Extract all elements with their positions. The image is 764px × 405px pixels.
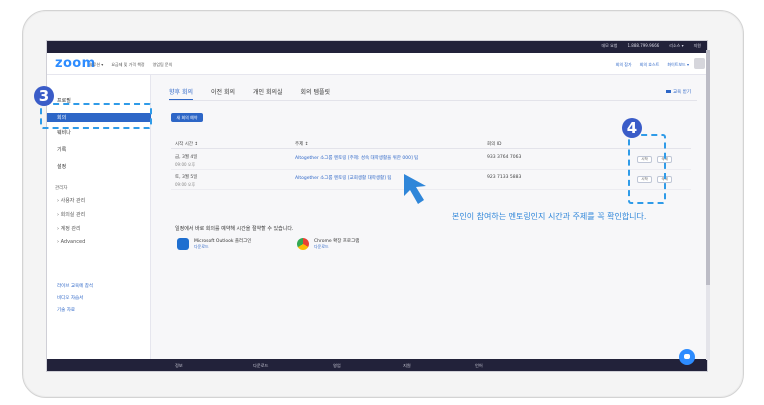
footer-sales[interactable]: 영업 [333, 363, 341, 369]
tab-previous[interactable]: 이전 회의 [211, 87, 235, 100]
callout-3-badge: 3 [34, 86, 54, 106]
topbar-demo-link[interactable]: 데모 요청 [601, 43, 617, 49]
join-meeting-link[interactable]: 회의 참가 [616, 62, 632, 68]
chrome-extension[interactable]: Chrome 확장 프로그램 다운로드 [297, 238, 359, 250]
whiteboard-link[interactable]: 화이트보드 ▾ [667, 62, 689, 68]
sidebar-admin-label: 관리자 [55, 186, 68, 191]
callout-4-badge: 4 [622, 118, 642, 138]
outlook-download-link[interactable]: 다운로드 [194, 244, 251, 250]
footer-download[interactable]: 다운로드 [253, 363, 268, 369]
sidebar-item-room-management[interactable]: › 회의실 관리 [57, 211, 85, 218]
sidebar-link-live-training[interactable]: 라이브 교육에 참석 [57, 283, 93, 289]
meeting-tabs: 향후 회의 이전 회의 개인 회의실 회의 템플릿 [169, 87, 330, 100]
outlook-plugin[interactable]: Microsoft Outlook 플러그인 다운로드 [177, 238, 251, 250]
highlight-meetings-box [40, 103, 152, 129]
sidebar-item-webinars[interactable]: 웨비나 [57, 129, 71, 136]
column-start-time[interactable]: 시작 시간 ↕ [175, 141, 198, 147]
topbar-support-link[interactable]: 지원 [694, 43, 701, 49]
annotation-note: 본인이 참여하는 멘토링인지 시간과 주제를 꼭 확인합니다. [452, 212, 647, 221]
zoom-web-window: 데모 요청 1.888.799.9666 리소스 ▾ 지원 zoom 솔루션 ▾… [46, 40, 708, 372]
nav-solutions[interactable]: 솔루션 ▾ [89, 62, 103, 68]
meetings-table-header: 시작 시간 ↕ 주제 ↕ 회의 ID [171, 141, 691, 149]
host-meeting-link[interactable]: 회의 호스트 [640, 62, 660, 68]
footer-about[interactable]: 정보 [175, 363, 183, 369]
sidebar-item-account-management[interactable]: › 계정 관리 [57, 225, 81, 232]
row-date: 금, 3월 4일 [175, 155, 198, 160]
top-utility-bar: 데모 요청 1.888.799.9666 리소스 ▾ 지원 [47, 41, 707, 53]
footer-language[interactable]: 언어 [475, 363, 483, 369]
sidebar-item-advanced[interactable]: › Advanced [57, 239, 85, 245]
chat-support-icon[interactable] [679, 349, 695, 365]
column-meeting-id: 회의 ID [487, 142, 502, 147]
sidebar-item-user-management[interactable]: › 사용자 관리 [57, 197, 85, 204]
sidebar-item-settings[interactable]: 설정 [57, 163, 66, 170]
site-footer: 정보 다운로드 영업 지원 언어 [47, 359, 707, 371]
avatar[interactable] [694, 58, 705, 69]
sidebar-item-recordings[interactable]: 기록 [57, 146, 66, 153]
footer-support[interactable]: 지원 [403, 363, 411, 369]
sidebar-link-video-tutorials[interactable]: 비디오 자습서 [57, 295, 83, 301]
highlight-start-button-box [628, 134, 666, 204]
schedule-meeting-button[interactable]: 새 회의 예약 [171, 113, 203, 122]
tab-upcoming[interactable]: 향후 회의 [169, 87, 193, 100]
row-time: 09:00 오후 [175, 182, 196, 187]
row-topic-link[interactable]: Altogether 소그룹 멘토링 [교회생활 대학생활] 팀 [295, 175, 391, 181]
tab-personal-room[interactable]: 개인 회의실 [253, 87, 283, 100]
column-topic[interactable]: 주제 ↕ [295, 141, 308, 147]
row-meeting-id: 923 7133 5883 [487, 175, 522, 180]
table-row: 금, 3월 4일 09:00 오후 Altogether 소그룹 멘토링 [주제… [171, 152, 691, 170]
calendar-promo-text: 일정에서 바로 회의를 예약해 시간을 절약할 수 있습니다. [175, 226, 294, 232]
topbar-resources-link[interactable]: 리소스 ▾ [669, 43, 683, 49]
sidebar-link-knowledge-base[interactable]: 기술 자료 [57, 307, 75, 313]
tabs-divider [169, 100, 697, 101]
row-topic-link[interactable]: Altogether 소그룹 멘토링 [주제: 성숙 대학생활을 위한 000]… [295, 155, 418, 161]
get-training-link[interactable]: 교육 받기 [666, 89, 691, 95]
row-date: 토, 3월 5일 [175, 175, 198, 180]
chrome-download-link[interactable]: 다운로드 [314, 244, 359, 250]
pointer-arrow-icon [404, 174, 426, 204]
tab-templates[interactable]: 회의 템플릿 [301, 87, 331, 100]
chrome-icon [297, 238, 309, 250]
scrollbar-thumb[interactable] [706, 50, 710, 285]
outlook-icon [177, 238, 189, 250]
site-header: zoom 솔루션 ▾ 요금제 및 가격 책정 영업팀 문의 회의 참가 회의 호… [47, 53, 707, 75]
topbar-phone: 1.888.799.9666 [627, 43, 660, 48]
nav-contact-sales[interactable]: 영업팀 문의 [153, 62, 173, 68]
row-time: 09:00 오후 [175, 162, 196, 167]
row-meeting-id: 933 3764 7063 [487, 155, 522, 160]
nav-pricing[interactable]: 요금제 및 가격 책정 [111, 62, 144, 68]
